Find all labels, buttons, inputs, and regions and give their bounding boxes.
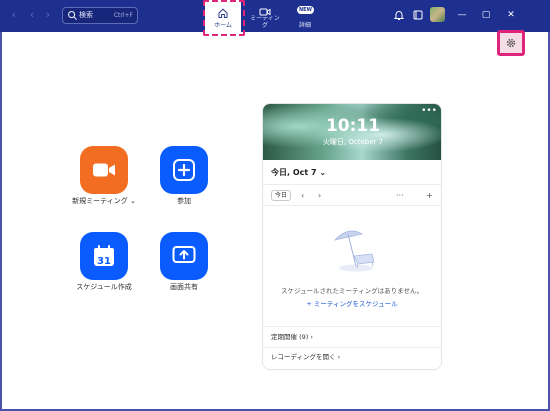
plus-icon: + [306,300,314,308]
share-screen-button[interactable] [160,232,208,280]
new-meeting-button[interactable] [80,146,128,194]
gear-icon [506,38,516,48]
plus-icon [173,159,195,181]
clock-time: 10:11 [325,116,381,136]
title-bar: ‹ ‹ › 検索 Ctrl+F ホーム ミーティング NEW 詳細 — ▢ ✕ [0,0,550,32]
divider [263,347,441,348]
more-options-icon[interactable]: ··· [396,190,404,201]
schedule-label: スケジュール作成 [76,283,132,291]
calendar-icon: 31 [94,245,114,267]
search-label: 検索 [79,11,93,19]
divider [263,205,441,206]
tab-more-label: 詳細 [298,22,311,29]
back-arrow-icon[interactable]: ‹ [8,9,20,21]
clock-banner: ••• 10:11 火曜日, October 7 [263,104,441,160]
join-button[interactable] [160,146,208,194]
search-box[interactable]: 検索 Ctrl+F [62,7,138,24]
more-options-icon[interactable]: ••• [421,107,437,116]
clock-date: 火曜日, October 7 [322,138,384,146]
chevron-down-icon: ⌄ [319,168,327,177]
forward-arrow-icon[interactable]: › [42,9,54,21]
window-border [0,32,2,411]
close-icon[interactable]: ✕ [504,8,518,22]
share-screen-label: 画面共有 [170,283,198,291]
next-day-icon[interactable]: › [318,190,321,201]
video-camera-icon [93,163,115,177]
new-badge: NEW [297,6,314,14]
home-tab-highlight [203,0,245,36]
tab-more[interactable]: NEW 詳細 [291,0,319,32]
tab-meetings-label: ミーティング [250,15,280,29]
avatar[interactable] [430,7,445,22]
prev-day-icon[interactable]: ‹ [301,190,304,201]
empty-schedule-text: スケジュールされたミーティングはありません。 [281,287,423,295]
schedule-meeting-link[interactable]: + ミーティングをスケジュール [263,300,441,309]
recurring-meetings-item[interactable]: 定期開催 (9) › [271,333,313,342]
schedule-button[interactable]: 31 [80,232,128,280]
chevron-down-icon[interactable]: ⌄ [130,197,136,205]
tab-meetings[interactable]: ミーティング [250,0,280,32]
chevron-right-icon: › [310,333,313,341]
divider [263,326,441,327]
today-header[interactable]: 今日, Oct 7 ⌄ [271,168,326,178]
share-screen-icon [172,246,196,263]
minimize-icon[interactable]: — [455,8,469,22]
maximize-icon[interactable]: ▢ [479,8,493,22]
divider [263,184,441,185]
settings-button[interactable] [497,30,525,56]
search-icon [68,11,78,21]
open-recordings-item[interactable]: レコーディングを開く › [271,353,340,362]
bell-icon[interactable] [392,8,406,22]
calendar-card: ••• 10:11 火曜日, October 7 今日, Oct 7 ⌄ 今日 … [262,103,442,370]
whiteboard-icon[interactable] [411,8,425,22]
search-shortcut: Ctrl+F [113,12,133,19]
join-label: 参加 [177,197,191,205]
forward-arrow-icon[interactable]: ‹ [26,9,38,21]
today-button[interactable]: 今日 [271,190,291,201]
new-meeting-label[interactable]: 新規ミーティング ⌄ [64,197,144,206]
beach-umbrella-icon [333,230,375,272]
chevron-right-icon: › [337,353,341,361]
add-icon[interactable]: + [426,190,433,201]
calendar-day-text: 31 [97,256,111,267]
